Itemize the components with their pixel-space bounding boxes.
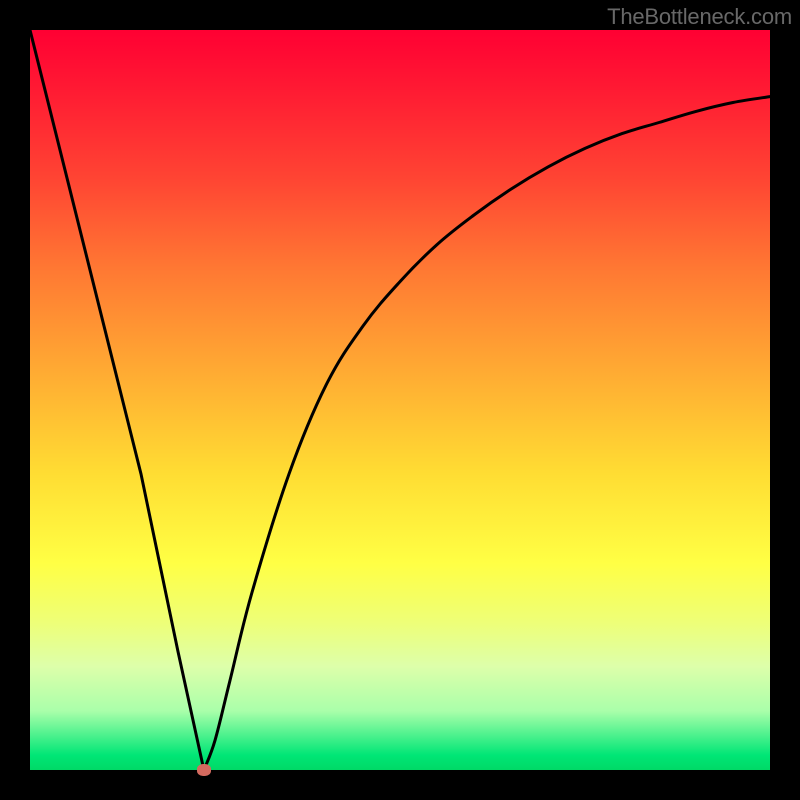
bottleneck-curve — [30, 30, 770, 770]
curve-path — [30, 30, 770, 770]
chart-plot-area — [30, 30, 770, 770]
minimum-marker — [197, 764, 211, 776]
attribution-text: TheBottleneck.com — [607, 4, 792, 30]
